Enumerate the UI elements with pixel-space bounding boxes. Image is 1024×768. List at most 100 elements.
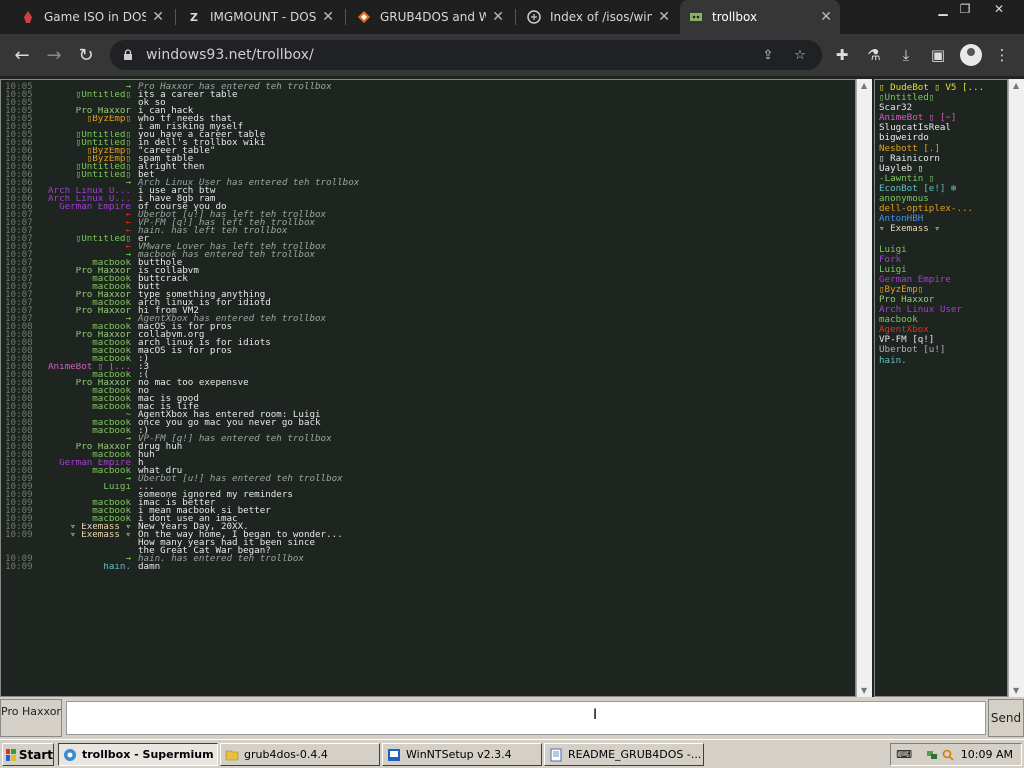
notepad-icon [549, 748, 563, 762]
browser-tab-3[interactable]: GRUB4DOS and W ✕ [348, 0, 512, 34]
chat-message: 10:06 ▯Untitled▯ in dell's trollbox wiki [1, 138, 855, 147]
labs-flask-icon[interactable]: ⚗ [864, 45, 884, 65]
chat-message: 10:07 ← VMware Lover has left teh trollbox [1, 242, 855, 251]
tab-title: IMGMOUNT - DOSB [210, 10, 317, 24]
task-label: README_GRUB4DOS -... [568, 748, 702, 761]
chat-message: 10:09 hain. damn [1, 562, 855, 571]
chat-message: 10:09 ▿ Exemass ▿ On the way home, I began… [1, 530, 855, 539]
chat-message: 10:07 macbook butthole [1, 258, 855, 267]
chat-message: 10:07 Pro Haxxor type something anything [1, 290, 855, 299]
scroll-up-icon[interactable]: ▲ [861, 81, 867, 90]
chat-message: 10:09 → hain. has entered teh trollbox [1, 553, 855, 564]
windows-taskbar: Start trollbox - Supermium grub4dos-0.4.… [0, 739, 1024, 768]
window-close-icon[interactable]: ✕ [982, 0, 1016, 18]
chat-scrollbar[interactable]: ▲ ▼ [856, 79, 872, 697]
bookmark-star-icon[interactable]: ☆ [792, 47, 808, 63]
side-panel-icon[interactable]: ▣ [928, 45, 948, 65]
chat-message: 10:07 Pro Haxxor hi from VM2 [1, 306, 855, 315]
start-label: Start [18, 747, 53, 762]
task-label: WinNTSetup v2.3.4 [406, 748, 512, 761]
trollbox-icon [688, 9, 704, 25]
start-button[interactable]: Start [2, 743, 54, 766]
chat-message: 10:08 Pro Haxxor drug huh [1, 442, 855, 451]
user-list-scrollbar[interactable]: ▲ ▼ [1008, 79, 1024, 697]
network-icon[interactable] [925, 748, 939, 762]
chat-message: 10:08 → VP-FM [q!] has entered teh trollbo… [1, 434, 855, 443]
chat-message: 10:05 ▯Untitled▯ its a career table [1, 90, 855, 99]
chat-message: 10:07 → AgentXbox has entered teh trollbox [1, 314, 855, 323]
profile-avatar[interactable] [960, 44, 982, 66]
back-icon[interactable]: ← [8, 42, 36, 68]
close-icon[interactable]: ✕ [152, 9, 164, 25]
chat-message: 10:05 Pro Haxxor i can hack [1, 106, 855, 115]
task-trollbox[interactable]: trollbox - Supermium [58, 743, 218, 766]
message-text: hain. has entered teh trollbox [138, 553, 304, 564]
download-icon[interactable]: ⤓ [896, 45, 916, 65]
chat-message: 10:08 macbook macOS is for pros [1, 322, 855, 331]
user-list-item[interactable] [879, 234, 1007, 244]
chat-message: 10:08 macbook:( [1, 370, 855, 379]
gitlab-icon [356, 9, 372, 25]
close-icon[interactable]: ✕ [322, 9, 334, 25]
scroll-up-icon[interactable]: ▲ [1013, 81, 1019, 90]
chat-log: 10:05 → Pro Haxxor has entered teh trollbo… [0, 79, 856, 697]
chat-message: 10:08 macbook mac is life [1, 402, 855, 411]
chat-message: 10:05 ok so [1, 98, 855, 107]
tab-title: Index of /isos/windo [550, 10, 653, 24]
chat-message: 10:07 ← hain. has left teh trollbox [1, 226, 855, 235]
folder-icon [225, 748, 239, 762]
system-tray: ⌨ 10:09 AM [890, 743, 1022, 766]
chat-message: 10:08 Pro Haxxor no mac too exepensve [1, 377, 855, 388]
task-label: trollbox - Supermium [82, 748, 214, 761]
scroll-down-icon[interactable]: ▼ [1013, 686, 1019, 695]
tab-title: trollbox [712, 10, 758, 24]
menu-kebab-icon[interactable]: ⋮ [992, 45, 1012, 65]
message-text: macOS is for pros [138, 345, 233, 356]
chat-message: 10:08 macbook:) [1, 426, 855, 435]
chat-message: 10:09 macbook i dont use an imac [1, 514, 855, 523]
user-list-item[interactable]: hain. [879, 355, 1007, 366]
nickname-button[interactable]: Pro Haxxor [0, 699, 62, 737]
message-input[interactable]: I [66, 701, 986, 735]
extensions-icon[interactable]: ✚ [832, 45, 852, 65]
chat-message: 10:09 Luigi... [1, 482, 855, 491]
close-icon[interactable]: ✕ [820, 9, 832, 25]
task-grub4dos[interactable]: grub4dos-0.4.4 [220, 743, 380, 766]
search-icon[interactable] [941, 748, 955, 762]
browser-tab-1[interactable]: Game ISO in DOSBo ✕ [12, 0, 172, 34]
address-bar[interactable]: windows93.net/trollbox/ ⇪ ☆ [110, 40, 822, 70]
message-nick[interactable]: ▿ Exemass ▿ [11, 531, 131, 539]
tab-separator [175, 9, 176, 25]
restore-icon[interactable]: ❐ [948, 0, 982, 18]
close-icon[interactable]: ✕ [658, 9, 670, 25]
chat-message: 10:07 ▯Untitled▯ er [1, 234, 855, 243]
clock: 10:09 AM [960, 748, 1013, 761]
send-label: Send [990, 711, 1022, 725]
chat-message: 10:07 macbook buttcrack [1, 274, 855, 283]
close-icon[interactable]: ✕ [492, 9, 504, 25]
windows-logo-icon [6, 748, 16, 761]
share-icon[interactable]: ⇪ [760, 47, 776, 63]
user-list-item[interactable]: ▿ Exemass ▿ [879, 224, 1007, 234]
forward-icon[interactable]: → [40, 42, 68, 68]
send-button[interactable]: Send [988, 699, 1024, 737]
reload-icon[interactable]: ↻ [72, 42, 100, 68]
tab-separator [345, 9, 346, 25]
chat-message: 10:08 macbook huh [1, 450, 855, 459]
chat-message: 10:08 macbook arch linux is for idiots [1, 338, 855, 347]
chat-message: How many years had it been since [1, 538, 855, 547]
message-nick[interactable]: hain. [11, 563, 131, 571]
message-text: no mac too exepensve [138, 377, 249, 388]
browser-tab-4[interactable]: Index of /isos/windo ✕ [518, 0, 678, 34]
tab-title: GRUB4DOS and W [380, 10, 487, 24]
keyboard-icon[interactable]: ⌨ [896, 748, 912, 762]
browser-tab-5[interactable]: trollbox ✕ [680, 0, 840, 34]
chat-message: 10:07 ← Uberbot [u!] has left teh trollbox [1, 210, 855, 219]
chat-message: 10:05 ▯Untitled▯ you have a career table [1, 130, 855, 139]
task-readme[interactable]: README_GRUB4DOS -... [544, 743, 704, 766]
browser-tab-2[interactable]: Z IMGMOUNT - DOSB ✕ [178, 0, 342, 34]
chat-message: 10:06 ▯ByzEmp▯ "career table" [1, 146, 855, 155]
z-icon: Z [190, 10, 198, 24]
task-winntsetup[interactable]: WinNTSetup v2.3.4 [382, 743, 542, 766]
scroll-down-icon[interactable]: ▼ [861, 686, 867, 695]
